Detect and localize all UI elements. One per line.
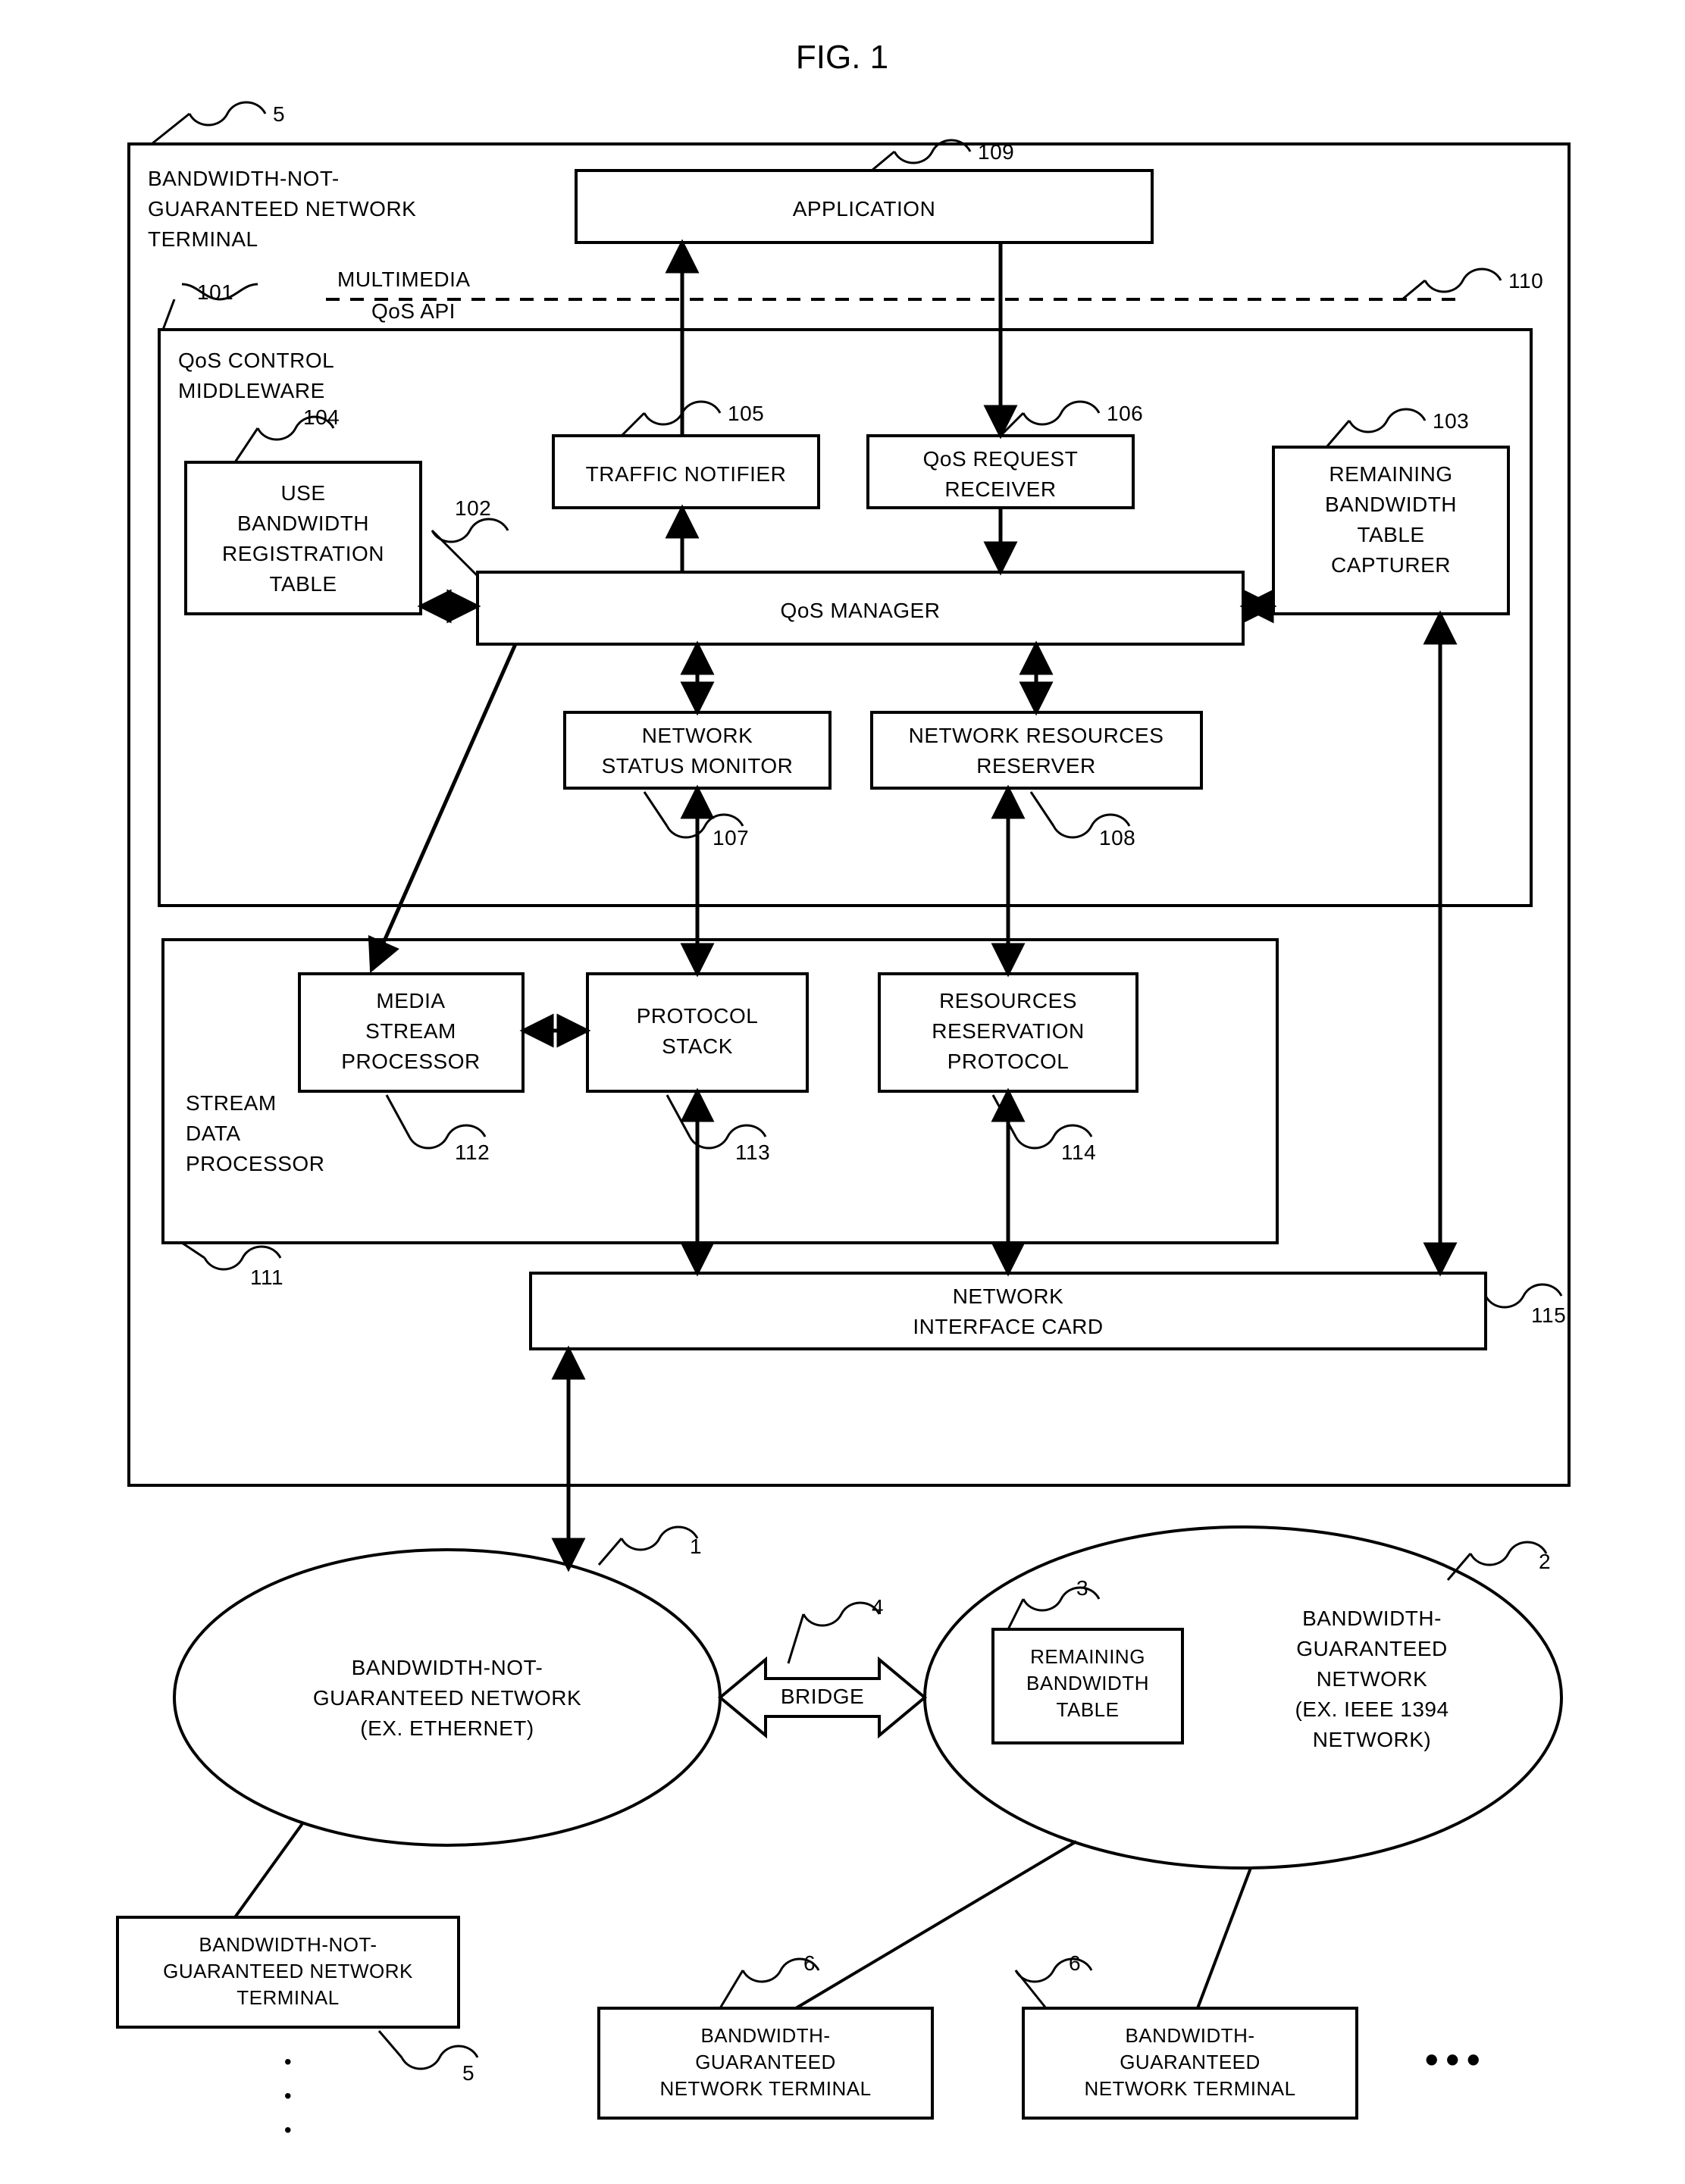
stream-2: DATA	[186, 1122, 241, 1145]
ref-112: 112	[455, 1140, 490, 1164]
net1-1: BANDWIDTH-NOT-	[352, 1656, 543, 1679]
proto-1: PROTOCOL	[637, 1004, 759, 1028]
net1-3: (EX. ETHERNET)	[360, 1716, 534, 1740]
ref-5b: 5	[462, 2061, 474, 2085]
ref-115: 115	[1531, 1303, 1566, 1327]
figure-svg: FIG. 1 5 BANDWIDTH-NOT- GUARANTEED NETWO…	[0, 0, 1685, 2184]
terminal-label-1: BANDWIDTH-NOT-	[148, 167, 340, 190]
use-bw-3: REGISTRATION	[222, 542, 384, 565]
line-net2-term1	[796, 1841, 1076, 2008]
stream-1: STREAM	[186, 1091, 277, 1115]
net-res-2: RESERVER	[976, 754, 1096, 778]
ref-106: 106	[1107, 402, 1143, 425]
api-label2: QoS API	[371, 299, 456, 323]
remaining-3: TABLE	[1357, 523, 1424, 546]
bg-term-3a: NETWORK TERMINAL	[659, 2077, 871, 2100]
middleware-label-1: QoS CONTROL	[178, 349, 334, 372]
ref-104: 104	[303, 405, 340, 429]
use-bw-4: TABLE	[269, 572, 337, 596]
bg-term-1b: BANDWIDTH-	[1125, 2024, 1254, 2047]
resres-2: RESERVATION	[932, 1019, 1085, 1043]
proto-2: STACK	[662, 1034, 733, 1058]
net2-2: GUARANTEED	[1296, 1637, 1447, 1660]
application-label: APPLICATION	[793, 197, 936, 221]
net-status-1: NETWORK	[642, 724, 753, 747]
rbt-3: TABLE	[1057, 1698, 1120, 1721]
protocol-box	[587, 974, 807, 1091]
ref-110: 110	[1508, 269, 1543, 293]
ref-6b: 6	[1069, 1951, 1081, 1975]
ref-114: 114	[1061, 1140, 1096, 1164]
traffic-notifier-label: TRAFFIC NOTIFIER	[586, 462, 787, 486]
line-net1-term	[235, 1823, 303, 1917]
terminal-box	[129, 144, 1569, 1485]
ref-5: 5	[273, 102, 285, 126]
ref-102: 102	[455, 496, 491, 520]
ref-107: 107	[713, 826, 749, 850]
rbt-2: BANDWIDTH	[1026, 1672, 1149, 1694]
net2-3: NETWORK	[1317, 1667, 1428, 1691]
ref-6a: 6	[803, 1951, 816, 1975]
remaining-1: REMAINING	[1329, 462, 1452, 486]
dots-v2: •	[284, 2084, 292, 2107]
rbt-1: REMAINING	[1030, 1645, 1145, 1668]
nic-1: NETWORK	[953, 1284, 1064, 1308]
line-net2-term2	[1198, 1868, 1251, 2008]
ref-3: 3	[1076, 1576, 1088, 1600]
ref-113: 113	[735, 1140, 770, 1164]
dots-v1: •	[284, 2050, 292, 2073]
net-status-2: STATUS MONITOR	[602, 754, 794, 778]
stream-3: PROCESSOR	[186, 1152, 324, 1175]
bng-term-3: TERMINAL	[236, 1986, 339, 2009]
net-res-1: NETWORK RESOURCES	[909, 724, 1164, 747]
api-label: MULTIMEDIA	[337, 268, 471, 291]
ref-2: 2	[1539, 1550, 1551, 1573]
ref-4: 4	[872, 1595, 884, 1619]
ref-109: 109	[978, 140, 1014, 164]
resres-1: RESOURCES	[939, 989, 1077, 1012]
qos-manager-label: QoS MANAGER	[781, 599, 941, 622]
net2-5: NETWORK)	[1313, 1728, 1431, 1751]
net1-2: GUARANTEED NETWORK	[313, 1686, 581, 1710]
ref-1: 1	[690, 1535, 702, 1558]
bng-term-2: GUARANTEED NETWORK	[163, 1960, 413, 1982]
bg-term-2a: GUARANTEED	[695, 2051, 836, 2073]
figure-title: FIG. 1	[796, 39, 888, 76]
media-3: PROCESSOR	[341, 1050, 480, 1073]
media-1: MEDIA	[376, 989, 445, 1012]
ref-103: 103	[1433, 409, 1469, 433]
bg-term-2b: GUARANTEED	[1120, 2051, 1261, 2073]
leader-5	[189, 102, 265, 125]
use-bw-2: BANDWIDTH	[237, 512, 369, 535]
bg-term-3b: NETWORK TERMINAL	[1084, 2077, 1295, 2100]
net2-4: (EX. IEEE 1394	[1295, 1697, 1449, 1721]
use-bw-1: USE	[280, 481, 325, 505]
qos-req-2: RECEIVER	[944, 477, 1056, 501]
arrow-mgr-media	[371, 644, 515, 970]
remaining-2: BANDWIDTH	[1325, 493, 1457, 516]
ref-108: 108	[1099, 826, 1135, 850]
terminal-label-2: GUARANTEED NETWORK	[148, 197, 416, 221]
nic-2: INTERFACE CARD	[913, 1315, 1103, 1338]
qos-req-1: QoS REQUEST	[923, 447, 1079, 471]
bng-term-1: BANDWIDTH-NOT-	[199, 1933, 377, 1956]
media-2: STREAM	[365, 1019, 456, 1043]
remaining-4: CAPTURER	[1331, 553, 1451, 577]
middleware-label-2: MIDDLEWARE	[178, 379, 325, 402]
net2-1: BANDWIDTH-	[1302, 1607, 1442, 1630]
resres-3: PROTOCOL	[947, 1050, 1070, 1073]
bg-term-1a: BANDWIDTH-	[700, 2024, 830, 2047]
bridge-label: BRIDGE	[781, 1685, 864, 1708]
ellipsis-icon: •••	[1425, 2039, 1488, 2081]
ref-105: 105	[728, 402, 764, 425]
dots-v3: •	[284, 2118, 292, 2142]
ref-111: 111	[250, 1266, 283, 1289]
terminal-label-3: TERMINAL	[148, 227, 258, 251]
